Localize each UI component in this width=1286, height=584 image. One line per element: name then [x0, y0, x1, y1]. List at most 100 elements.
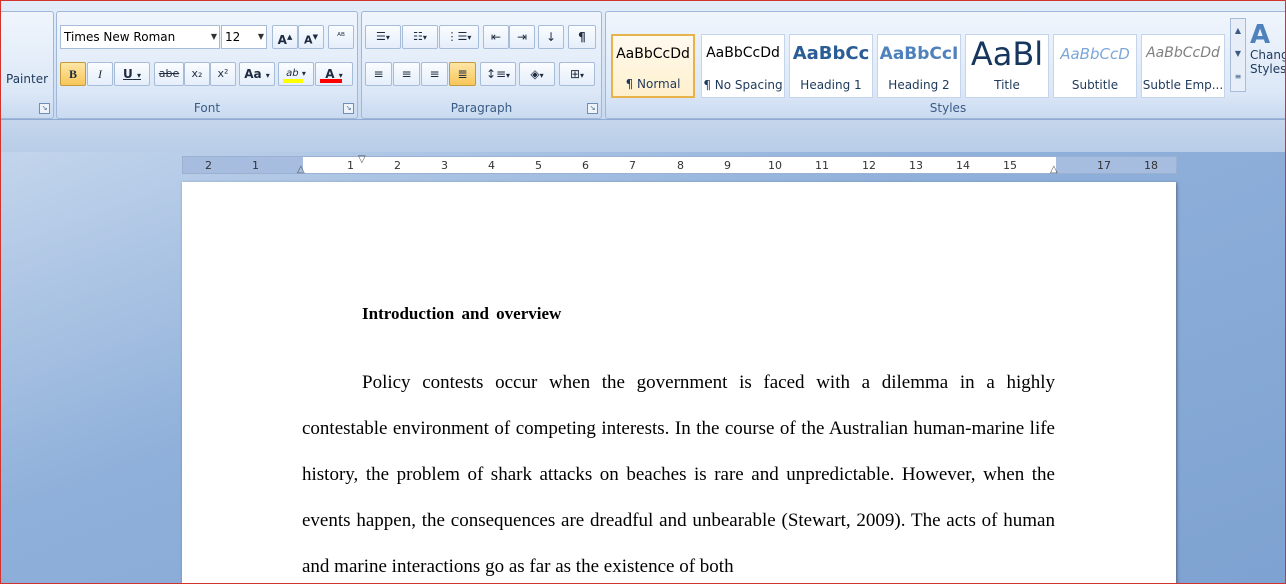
- sort-icon: ↓: [545, 30, 557, 44]
- ruler-number: 17: [1097, 159, 1111, 172]
- style-sample: AaBbCcDd: [616, 46, 690, 62]
- styles-group: AaBbCcDd ¶ Normal AaBbCcDd ¶ No Spacing …: [605, 11, 1286, 119]
- decrease-indent-icon: ⇤: [490, 30, 502, 44]
- justify-icon: ≣: [457, 67, 468, 81]
- decrease-indent-button[interactable]: ⇤: [483, 25, 509, 49]
- chevron-down-icon[interactable]: ▾: [137, 71, 141, 80]
- align-left-button[interactable]: ≡: [365, 62, 392, 86]
- horizontal-ruler[interactable]: 2 1 1 2 3 4 5 6 7 8 9 10 11 12 13 14 15 …: [182, 154, 1177, 175]
- more-styles-icon[interactable]: ≡: [1231, 65, 1245, 88]
- justify-button[interactable]: ≣: [449, 62, 476, 86]
- increase-indent-button[interactable]: ⇥: [509, 25, 535, 49]
- chevron-down-icon[interactable]: ▾: [302, 69, 306, 78]
- ruler-number: 7: [629, 159, 636, 172]
- highlighter-icon: ab: [286, 68, 299, 79]
- multilevel-list-icon: ⋮☰: [446, 30, 468, 43]
- right-indent-marker[interactable]: △: [1050, 164, 1058, 175]
- bold-icon: B: [68, 67, 77, 81]
- pilcrow-icon: ¶: [578, 30, 586, 44]
- underline-button[interactable]: U ▾: [114, 62, 150, 86]
- style-heading-1[interactable]: AaBbCc Heading 1: [789, 34, 873, 98]
- font-name-combo[interactable]: Times New Roman ▼: [60, 25, 220, 49]
- format-painter-label[interactable]: Painter: [6, 72, 48, 86]
- ruler-right-margin: [1056, 157, 1176, 173]
- chevron-down-icon[interactable]: ▾: [580, 71, 584, 80]
- style-heading-2[interactable]: AaBbCcI Heading 2: [877, 34, 961, 98]
- document-paragraph-text: Policy contests occur when the governmen…: [302, 372, 1055, 577]
- shrink-font-button[interactable]: A▼: [298, 25, 324, 49]
- italic-button[interactable]: I: [87, 62, 113, 86]
- clipboard-group: Painter ↘: [1, 11, 54, 119]
- style-sample: AaBbCcD: [1060, 45, 1130, 63]
- chevron-down-icon[interactable]: ▼: [1231, 42, 1245, 65]
- chevron-up-icon[interactable]: ▲: [1231, 19, 1245, 42]
- style-sample: AaBbCcDd: [706, 45, 780, 61]
- style-name: ¶ Normal: [625, 77, 681, 91]
- paragraph-dialog-launcher-icon[interactable]: ↘: [587, 103, 598, 114]
- style-sample: AaBbCc: [792, 43, 870, 64]
- shading-button[interactable]: ◈▾: [519, 62, 555, 86]
- first-line-indent-marker[interactable]: ▽: [358, 154, 366, 165]
- clipboard-launcher-icon[interactable]: ↘: [39, 103, 50, 114]
- ruler-number: 5: [535, 159, 542, 172]
- chevron-down-icon[interactable]: ▾: [467, 33, 471, 42]
- ruler-number: 1: [347, 159, 354, 172]
- style-subtitle[interactable]: AaBbCcD Subtitle: [1053, 34, 1137, 98]
- style-name: ¶ No Spacing: [703, 78, 783, 92]
- borders-icon: ⊞: [569, 67, 581, 81]
- align-center-button[interactable]: ≡: [393, 62, 420, 86]
- multilevel-list-button[interactable]: ⋮☰▾: [439, 25, 479, 49]
- bullets-button[interactable]: ☰▾: [365, 25, 401, 49]
- change-styles-button[interactable]: A Chang Styles: [1250, 20, 1286, 98]
- style-no-spacing[interactable]: AaBbCcDd ¶ No Spacing: [701, 34, 785, 98]
- show-formatting-button[interactable]: ¶: [568, 25, 596, 49]
- subscript-button[interactable]: x₂: [184, 62, 210, 86]
- numbered-list-icon: ☷: [413, 30, 423, 43]
- line-spacing-icon: ↕≡: [485, 67, 507, 81]
- superscript-button[interactable]: x²: [210, 62, 236, 86]
- numbering-button[interactable]: ☷▾: [402, 25, 438, 49]
- style-title[interactable]: AaBl Title: [965, 34, 1049, 98]
- font-group: Times New Roman ▼ 12 ▼ A▲ A▼ ᴬᴮ B I U ▾ …: [56, 11, 358, 119]
- chevron-down-icon[interactable]: ▾: [386, 33, 390, 42]
- grow-font-button[interactable]: A▲: [272, 25, 298, 49]
- highlight-color-bar: [283, 79, 303, 83]
- ruler-number: 8: [677, 159, 684, 172]
- align-right-button[interactable]: ≡: [421, 62, 448, 86]
- sort-button[interactable]: ↓: [538, 25, 564, 49]
- borders-button[interactable]: ⊞▾: [559, 62, 595, 86]
- font-color-button[interactable]: A ▾: [315, 62, 353, 86]
- font-dialog-launcher-icon[interactable]: ↘: [343, 103, 354, 114]
- word-window: Painter ↘ Times New Roman ▼ 12 ▼ A▲ A▼ ᴬ…: [0, 0, 1286, 584]
- bullet-list-icon: ☰: [376, 30, 386, 43]
- style-subtle-emphasis[interactable]: AaBbCcDd Subtle Emp...: [1141, 34, 1225, 98]
- change-styles-label-2: Styles: [1250, 62, 1286, 76]
- chevron-down-icon[interactable]: ▾: [266, 71, 270, 80]
- change-styles-icon: A: [1250, 20, 1271, 50]
- style-name: Subtle Emp...: [1142, 78, 1224, 92]
- change-case-button[interactable]: Aa ▾: [239, 62, 275, 86]
- hanging-indent-marker[interactable]: △: [297, 164, 305, 175]
- document-page[interactable]: Introduction and overview Policy contest…: [182, 182, 1176, 583]
- style-name: Title: [994, 78, 1020, 92]
- styles-scroll[interactable]: ▲ ▼ ≡: [1230, 18, 1246, 92]
- chevron-down-icon[interactable]: ▼: [211, 26, 217, 48]
- chevron-down-icon[interactable]: ▾: [506, 71, 510, 80]
- font-size-combo[interactable]: 12 ▼: [221, 25, 267, 49]
- bold-button[interactable]: B: [60, 62, 86, 86]
- change-case-icon: Aa: [244, 67, 262, 81]
- ruler-number: 13: [909, 159, 923, 172]
- font-group-label: Font: [193, 101, 221, 115]
- underline-icon: U: [123, 67, 133, 81]
- strikethrough-button[interactable]: abe: [154, 62, 184, 86]
- style-sample: AaBbCcDd: [1146, 45, 1220, 61]
- chevron-down-icon[interactable]: ▼: [258, 26, 264, 48]
- ruler-number: 15: [1003, 159, 1017, 172]
- font-size-value: 12: [225, 30, 241, 44]
- chevron-down-icon[interactable]: ▾: [540, 71, 544, 80]
- chevron-down-icon[interactable]: ▾: [423, 33, 427, 42]
- line-spacing-button[interactable]: ↕≡▾: [480, 62, 516, 86]
- highlight-button[interactable]: ab ▾: [278, 62, 314, 86]
- style-normal[interactable]: AaBbCcDd ¶ Normal: [611, 34, 695, 98]
- clear-formatting-button[interactable]: ᴬᴮ: [328, 25, 354, 49]
